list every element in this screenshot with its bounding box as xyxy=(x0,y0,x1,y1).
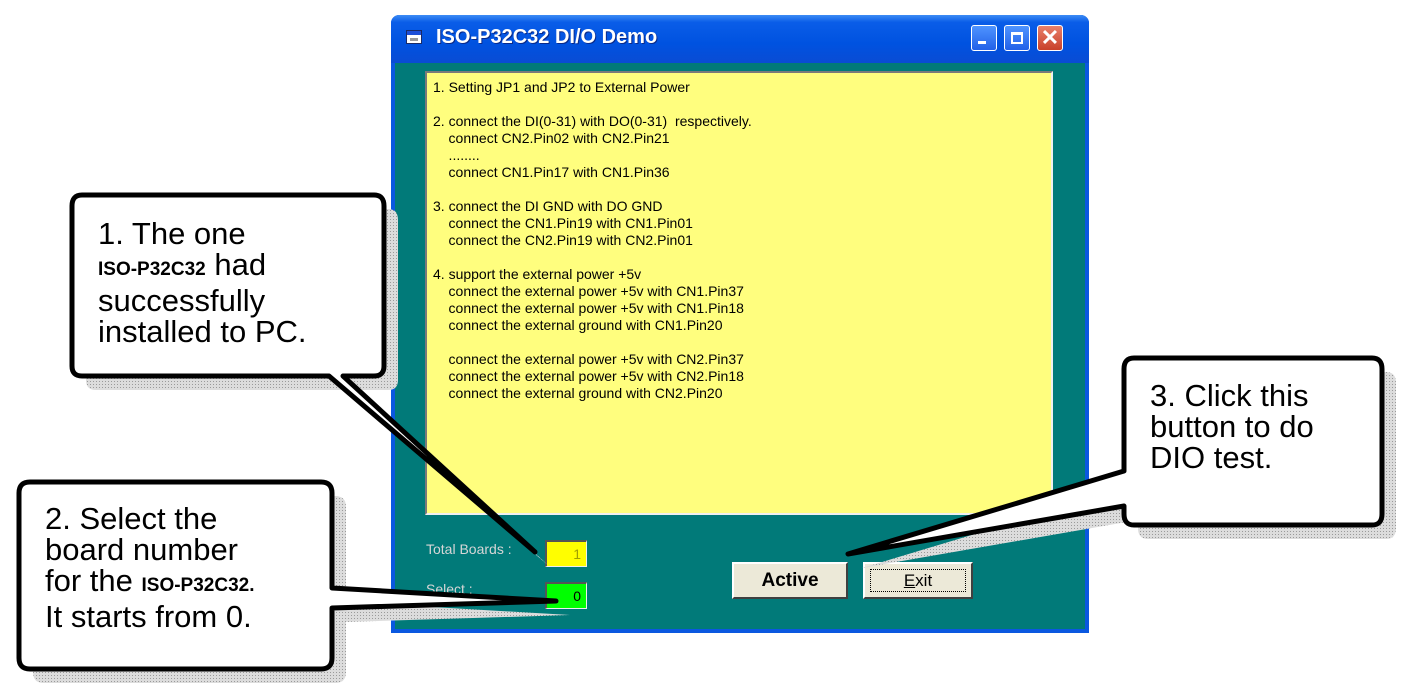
callout-3-line: 3. Click this xyxy=(1150,378,1309,413)
callout-3-line: DIO test. xyxy=(1150,440,1273,475)
callout-1-line: 1. The one xyxy=(98,216,246,251)
callout-1-line: installed to PC. xyxy=(98,314,307,349)
callout-2-line: It starts from 0. xyxy=(45,599,252,634)
callout-3-bubble xyxy=(845,355,1396,568)
callout-1-line: successfully xyxy=(98,283,266,318)
callout-3-text: 3. Click this button to do DIO test. xyxy=(1150,380,1314,473)
callout-2-line: 2. Select the xyxy=(45,501,218,536)
callout-1-line: ISO-P32C32 had xyxy=(98,247,267,282)
callout-2-text: 2. Select the board number for the ISO-P… xyxy=(45,503,255,632)
callout-2-line: board number xyxy=(45,532,239,567)
callout-1-text: 1. The one ISO-P32C32 had successfully i… xyxy=(98,218,307,347)
callout-3-line: button to do xyxy=(1150,409,1314,444)
callout-2-line: for the ISO-P32C32. xyxy=(45,563,255,598)
